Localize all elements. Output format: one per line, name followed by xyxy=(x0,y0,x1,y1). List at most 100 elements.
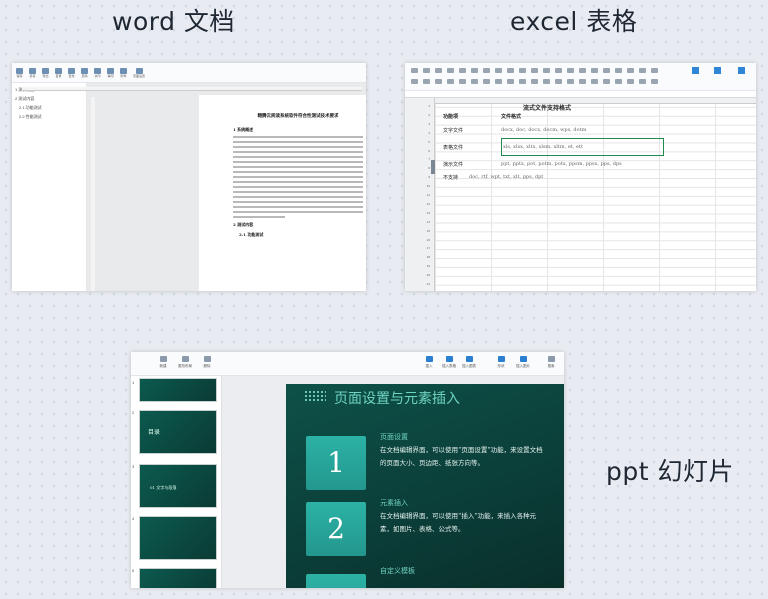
toolbar-button[interactable] xyxy=(733,67,749,75)
toolbar-icon[interactable] xyxy=(471,79,478,84)
outline-item[interactable]: 2.2 性能测试 xyxy=(15,114,83,120)
toolbar-button[interactable]: 页码 xyxy=(81,67,88,78)
item-heading[interactable]: 自定义模板 xyxy=(380,566,415,576)
toolbar-icon[interactable] xyxy=(435,79,442,84)
toolbar-icon[interactable] xyxy=(459,79,466,84)
toolbar-icon[interactable] xyxy=(567,79,574,84)
toolbar-icon[interactable] xyxy=(495,79,502,84)
row-name-cell[interactable]: 文字文件 xyxy=(443,127,463,134)
toolbar-button[interactable]: 目录 xyxy=(55,67,62,78)
toolbar-button[interactable]: 导出 xyxy=(42,67,49,78)
toolbar-icon[interactable] xyxy=(603,79,610,84)
row-number[interactable]: 10 xyxy=(427,184,430,188)
toolbar-button[interactable]: 插入图片 xyxy=(513,356,533,369)
toolbar-icon[interactable] xyxy=(579,79,586,84)
sheet-title-cell[interactable]: 流式文件支持格式 xyxy=(523,103,571,112)
toolbar-icon[interactable] xyxy=(459,68,466,73)
toolbar-icon[interactable] xyxy=(543,68,550,73)
row-number[interactable]: 18 xyxy=(427,255,430,259)
current-slide[interactable]: 页面设置与元素插入 1 页面设置 在文档编辑界面，可以使用“页面设置”功能，来设… xyxy=(286,384,564,588)
toolbar-button[interactable] xyxy=(709,67,725,75)
toolbar-icon[interactable] xyxy=(495,68,502,73)
row-number[interactable]: 17 xyxy=(427,246,430,250)
toolbar-button[interactable]: 查找 xyxy=(68,67,75,78)
toolbar-icon[interactable] xyxy=(531,79,538,84)
toolbar-button[interactable] xyxy=(687,67,703,75)
word-page[interactable]: 翱腾云阅读系统软件符合性测试技术要求 1 系统概述 2 测试内容 2.1 功能测… xyxy=(199,95,366,291)
row-number[interactable]: 8 xyxy=(428,166,430,170)
horizontal-ruler[interactable] xyxy=(22,87,362,91)
toolbar-icon[interactable] xyxy=(435,68,442,73)
outline-item[interactable]: 2 测试内容 xyxy=(15,96,83,102)
toolbar-icon[interactable] xyxy=(651,68,658,73)
row-number[interactable]: 13 xyxy=(427,211,430,215)
toolbar-icon[interactable] xyxy=(591,79,598,84)
toolbar-icon[interactable] xyxy=(507,79,514,84)
toolbar-icon[interactable] xyxy=(579,68,586,73)
item-body[interactable]: 在文档编辑界面，可以使用“插入”功能，来插入各种元素，如图片、表格、公式等。 xyxy=(380,510,548,536)
item-number-box[interactable]: 2 xyxy=(306,502,366,556)
toolbar-icon[interactable] xyxy=(519,79,526,84)
row-format-cell[interactable]: ppt, pptx, pot, potm, potx, ppsm, ppsx, … xyxy=(501,161,622,167)
toolbar-icon[interactable] xyxy=(483,79,490,84)
toolbar-icon[interactable] xyxy=(519,68,526,73)
slide-thumbnail[interactable] xyxy=(139,568,217,588)
slide-thumbnail[interactable]: 目录 xyxy=(139,410,217,454)
row-number[interactable]: 7 xyxy=(428,157,430,161)
toolbar-icon[interactable] xyxy=(423,79,430,84)
item-heading[interactable]: 页面设置 xyxy=(380,432,408,442)
toolbar-button[interactable]: 附件 xyxy=(120,67,127,78)
header-cell-function[interactable]: 功能项 xyxy=(443,113,458,120)
row-number[interactable]: 1 xyxy=(428,104,430,108)
toolbar-button[interactable]: 插入 xyxy=(419,356,439,369)
toolbar-button[interactable]: 删除 xyxy=(197,356,217,369)
toolbar-button[interactable]: 形状 xyxy=(491,356,511,369)
toolbar-icon[interactable] xyxy=(423,68,430,73)
toolbar-icon[interactable] xyxy=(627,68,634,73)
row-number[interactable]: 3 xyxy=(428,122,430,126)
toolbar-icon[interactable] xyxy=(447,79,454,84)
row-header-bar[interactable]: 1 2 3 4 5 6 7 8 9 10 11 12 13 14 15 16 17 18 19 20 21 xyxy=(405,98,435,291)
row-number[interactable]: 19 xyxy=(427,264,430,268)
row-number[interactable]: 21 xyxy=(427,282,430,286)
toolbar-icon[interactable] xyxy=(615,79,622,84)
toolbar-button[interactable]: 插入图表 xyxy=(459,356,479,369)
toolbar-button[interactable]: 另存 xyxy=(29,67,36,78)
toolbar-button[interactable]: 插入表格 xyxy=(439,356,459,369)
toolbar-icon[interactable] xyxy=(567,68,574,73)
toolbar-button[interactable]: 更改布局 xyxy=(175,356,195,369)
toolbar-icon[interactable] xyxy=(555,79,562,84)
toolbar-icon[interactable] xyxy=(651,79,658,84)
toolbar-icon[interactable] xyxy=(411,68,418,73)
row-number[interactable]: 20 xyxy=(427,273,430,277)
item-body[interactable]: 在文档编辑界面，可以使用“页面设置”功能，来设置文档的页面大小、页边距、纸张方向… xyxy=(380,444,548,470)
toolbar-icon[interactable] xyxy=(627,79,634,84)
item-number-box[interactable]: 1 xyxy=(306,436,366,490)
toolbar-button[interactable]: 搜索 xyxy=(541,356,561,369)
toolbar-icon[interactable] xyxy=(507,68,514,73)
row-format-cell[interactable]: docx, doc, docx, docm, wps, dotm xyxy=(501,127,586,133)
toolbar-button[interactable]: 保存 xyxy=(16,67,23,78)
toolbar-icon[interactable] xyxy=(615,68,622,73)
toolbar-button[interactable]: 新建 xyxy=(153,356,173,369)
column-header-bar[interactable] xyxy=(435,98,756,104)
outline-item[interactable]: 2.1 功能测试 xyxy=(15,105,83,111)
row-number[interactable]: 6 xyxy=(428,149,430,153)
header-cell-format[interactable]: 文件格式 xyxy=(501,113,521,120)
row-name-cell[interactable]: 演示文件 xyxy=(443,161,463,168)
row-number[interactable]: 15 xyxy=(427,229,430,233)
slide-thumbnail[interactable]: 01 文字与段落 xyxy=(139,464,217,508)
toolbar-icon[interactable] xyxy=(483,68,490,73)
row-number[interactable]: 14 xyxy=(427,220,430,224)
row-format-cell[interactable]: doc, rtf, wpt, txt, xlt, pps, dpt xyxy=(469,174,543,180)
slide-thumbnail[interactable] xyxy=(139,378,217,402)
toolbar-icon[interactable] xyxy=(531,68,538,73)
slide-title[interactable]: 页面设置与元素插入 xyxy=(334,388,460,408)
vertical-ruler[interactable] xyxy=(91,97,95,291)
toolbar-icon[interactable] xyxy=(447,68,454,73)
slide-thumbnail[interactable] xyxy=(139,516,217,560)
formula-bar[interactable] xyxy=(405,91,756,98)
row-number[interactable]: 4 xyxy=(428,131,430,135)
row-number[interactable]: 5 xyxy=(428,140,430,144)
toolbar-button[interactable]: 水印 xyxy=(94,67,101,78)
